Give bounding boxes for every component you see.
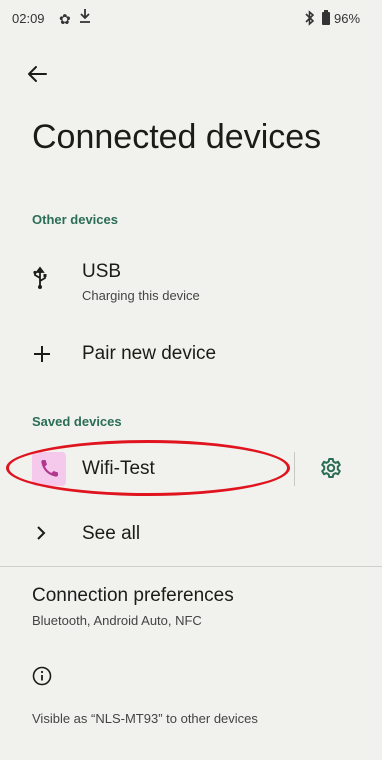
visibility-text: Visible as “NLS-MT93” to other devices [32,711,258,726]
connection-preferences-title: Connection preferences [32,585,234,606]
device-settings-button[interactable] [320,457,342,484]
chevron-right-icon [36,525,46,546]
phone-icon [32,452,66,486]
pair-new-device-title: Pair new device [82,343,217,364]
vertical-divider [294,452,295,486]
gear-icon: ✿ [59,11,71,27]
download-icon [79,8,91,28]
usb-icon [32,266,48,295]
status-time: 02:09 [12,11,45,26]
see-all-label: See all [82,523,141,544]
status-bar: 02:09 ✿ 96% [0,0,382,36]
plus-icon [33,345,51,368]
usb-subtitle: Charging this device [82,288,200,303]
section-header-other-devices: Other devices [32,212,118,227]
info-icon [32,666,52,691]
saved-device-name: Wifi-Test [82,458,155,479]
back-arrow-icon [28,66,47,82]
battery-percent: 96% [334,11,361,26]
usb-title: USB [82,261,122,282]
bluetooth-icon [305,10,315,29]
page-title: Connected devices [32,118,322,156]
connection-preferences-subtitle: Bluetooth, Android Auto, NFC [32,613,202,628]
gear-icon [321,458,341,478]
back-button[interactable] [24,60,52,88]
section-header-saved-devices: Saved devices [32,414,122,429]
battery-icon [322,10,330,25]
section-divider [0,566,382,567]
